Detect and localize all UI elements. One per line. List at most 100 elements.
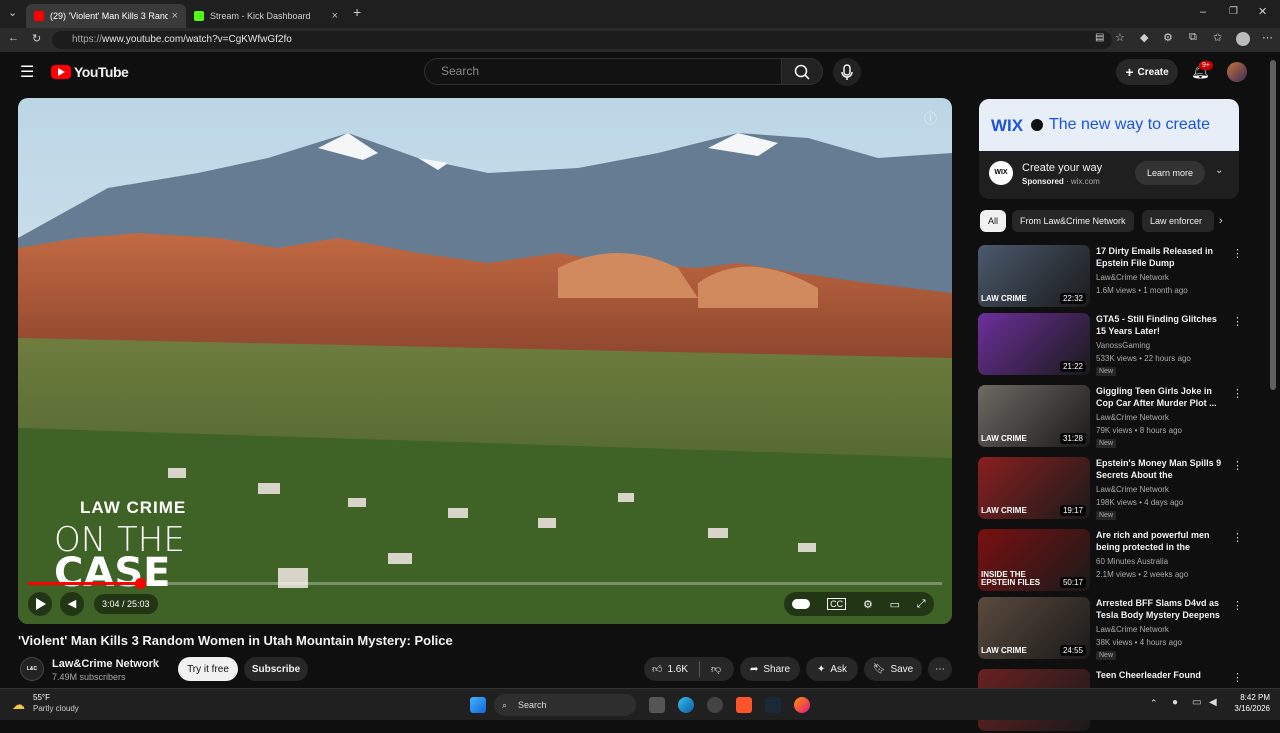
edge-browser-icon[interactable]: [678, 697, 694, 713]
split-screen-icon[interactable]: ⧉: [1189, 31, 1197, 44]
recommendation-channel[interactable]: Law&Crime Network: [1096, 273, 1169, 282]
tray-mic-icon[interactable]: ●: [1172, 697, 1178, 708]
recommendation-item[interactable]: LAW CRIME 19:17 Epstein's Money Man Spills…: [978, 457, 1243, 521]
channel-avatar[interactable]: L&C: [20, 657, 44, 681]
firefox-icon[interactable]: [794, 697, 810, 713]
try-free-button[interactable]: Try it free: [178, 657, 238, 681]
taskbar-search[interactable]: ⌕ Search: [494, 694, 636, 716]
more-vertical-icon[interactable]: ⋮: [1232, 459, 1243, 472]
weather-temp[interactable]: 55°F: [33, 693, 50, 702]
autoplay-toggle-icon[interactable]: [792, 599, 811, 609]
chip-law-enforcement[interactable]: Law enforcer: [1142, 210, 1214, 232]
ask-button[interactable]: ✦ Ask: [806, 657, 858, 681]
channel-name[interactable]: Law&Crime Network: [52, 658, 159, 670]
minimize-icon[interactable]: –: [1200, 6, 1206, 18]
progress-bar[interactable]: [28, 582, 942, 585]
recommendation-title[interactable]: Giggling Teen Girls Joke in Cop Car Afte…: [1096, 385, 1222, 409]
more-vertical-icon[interactable]: ⋮: [1232, 387, 1243, 400]
close-window-icon[interactable]: ✕: [1258, 5, 1267, 18]
recommendation-title[interactable]: Epstein's Money Man Spills 9 Secrets Abo…: [1096, 457, 1222, 481]
close-tab-icon[interactable]: ×: [172, 10, 178, 22]
page-scrollbar[interactable]: [1270, 60, 1276, 390]
fullscreen-icon[interactable]: ⤢: [917, 598, 926, 611]
recommendation-item[interactable]: LAW CRIME 31:28 Giggling Teen Girls Joke i…: [978, 385, 1243, 449]
tab-kick[interactable]: Stream - Kick Dashboard ×: [186, 4, 346, 28]
recommendation-thumbnail[interactable]: INSIDE THE EPSTEIN FILES 50:17: [978, 529, 1090, 591]
close-tab-icon[interactable]: ×: [332, 10, 338, 22]
more-actions-button[interactable]: ⋯: [928, 657, 952, 681]
favorite-star-icon[interactable]: ☆: [1115, 31, 1125, 44]
learn-more-button[interactable]: Learn more: [1135, 161, 1205, 185]
voice-search-button[interactable]: [833, 58, 861, 86]
favorites-icon[interactable]: ✩: [1213, 31, 1222, 44]
extension-icon[interactable]: ◆: [1140, 31, 1148, 44]
windows-start-icon[interactable]: [470, 697, 486, 713]
recommendation-item[interactable]: LAW CRIME 22:32 17 Dirty Emails Released i…: [978, 245, 1243, 309]
app-icon[interactable]: [707, 697, 723, 713]
more-vertical-icon[interactable]: ⋮: [1232, 671, 1243, 684]
recommendation-title[interactable]: Teen Cheerleader Found: [1096, 669, 1222, 681]
brave-browser-icon[interactable]: [736, 697, 752, 713]
recommendation-title[interactable]: GTA5 - Still Finding Glitches 15 Years L…: [1096, 313, 1222, 337]
restore-icon[interactable]: ❐: [1229, 6, 1238, 17]
recommendation-item[interactable]: INSIDE THE EPSTEIN FILES 50:17 Are rich an…: [978, 529, 1243, 593]
recommendation-item[interactable]: LAW CRIME 24:55 Arrested BFF Slams D4vd as…: [978, 597, 1243, 661]
create-button[interactable]: + Create: [1116, 59, 1178, 85]
recommendation-thumbnail[interactable]: LAW CRIME 19:17: [978, 457, 1090, 519]
recommendation-channel[interactable]: Law&Crime Network: [1096, 413, 1169, 422]
recommendation-channel[interactable]: 60 Minutes Australia: [1096, 557, 1168, 566]
recommendation-title[interactable]: 17 Dirty Emails Released in Epstein File…: [1096, 245, 1222, 269]
new-tab-icon[interactable]: +: [353, 4, 361, 20]
thumbs-down-icon[interactable]: 👎︎: [711, 663, 721, 675]
recommendation-channel[interactable]: VanossGaming: [1096, 341, 1150, 350]
account-avatar[interactable]: [1227, 62, 1247, 82]
reader-icon[interactable]: ▤: [1095, 32, 1104, 43]
share-button[interactable]: ➦ Share: [740, 657, 800, 681]
play-button[interactable]: [28, 592, 52, 616]
miniplayer-icon[interactable]: ▭: [890, 598, 900, 611]
hamburger-menu-icon[interactable]: ☰: [20, 62, 34, 82]
recommendation-thumbnail[interactable]: LAW CRIME 22:32: [978, 245, 1090, 307]
recommendation-title[interactable]: Arrested BFF Slams D4vd as Tesla Body My…: [1096, 597, 1222, 621]
tray-chevron-icon[interactable]: ⌃: [1150, 698, 1158, 709]
url-field[interactable]: https://www.youtube.com/watch?v=CgKWfwGf…: [52, 31, 1112, 49]
clock-time[interactable]: 8:42 PM: [1230, 693, 1270, 702]
info-icon[interactable]: ⓘ: [924, 108, 937, 127]
subscribe-button[interactable]: Subscribe: [244, 657, 308, 681]
ad-banner[interactable]: WIX The new way to create: [979, 99, 1239, 151]
back-icon[interactable]: ←: [8, 32, 19, 44]
sponsored-ad-card[interactable]: WIX The new way to create WIX Create you…: [979, 99, 1239, 199]
puzzle-icon[interactable]: ⚙: [1163, 31, 1173, 44]
recommendation-title[interactable]: Are rich and powerful men being protecte…: [1096, 529, 1222, 553]
tray-volume-icon[interactable]: ◀︎: [1209, 697, 1217, 708]
more-vertical-icon[interactable]: ⋮: [1232, 531, 1243, 544]
profile-avatar[interactable]: [1236, 32, 1250, 46]
chip-all[interactable]: All: [980, 210, 1007, 232]
progress-scrubber[interactable]: [135, 578, 146, 589]
volume-button[interactable]: ◀︎: [60, 592, 84, 616]
chips-next-chevron-icon[interactable]: ›: [1219, 215, 1223, 227]
save-button[interactable]: 🔖︎ Save: [864, 657, 922, 681]
steam-icon[interactable]: [765, 697, 781, 713]
reload-icon[interactable]: ↻: [32, 32, 41, 45]
video-player[interactable]: LAW CRIME ON THE CASE ⓘ ◀︎ 3:04 / 25:03 …: [18, 98, 952, 624]
settings-gear-icon[interactable]: ⚙: [863, 598, 873, 611]
tab-list-icon[interactable]: ⌄: [8, 6, 17, 19]
recommendation-item[interactable]: 21:22 GTA5 - Still Finding Glitches 15 Ye…: [978, 313, 1243, 377]
recommendation-channel[interactable]: Law&Crime Network: [1096, 485, 1169, 494]
captions-icon[interactable]: CC: [827, 598, 847, 610]
tab-youtube[interactable]: (29) 'Violent' Man Kills 3 Random ×: [26, 4, 186, 28]
recommendation-thumbnail[interactable]: 21:22: [978, 313, 1090, 375]
recommendation-channel[interactable]: Law&Crime Network: [1096, 625, 1169, 634]
recommendation-thumbnail[interactable]: LAW CRIME 31:28: [978, 385, 1090, 447]
recommendation-thumbnail[interactable]: LAW CRIME 24:55: [978, 597, 1090, 659]
like-button[interactable]: 👍︎ 1.6K: [652, 663, 688, 676]
search-input[interactable]: Search: [424, 58, 782, 85]
ad-expand-chevron-icon[interactable]: ⌄: [1215, 165, 1223, 176]
more-vertical-icon[interactable]: ⋮: [1232, 315, 1243, 328]
more-icon[interactable]: ⋯: [1262, 31, 1273, 44]
more-vertical-icon[interactable]: ⋮: [1232, 247, 1243, 260]
chip-from-channel[interactable]: From Law&Crime Network: [1012, 210, 1134, 232]
youtube-logo[interactable]: YouTube: [51, 64, 129, 80]
task-view-icon[interactable]: [649, 697, 665, 713]
